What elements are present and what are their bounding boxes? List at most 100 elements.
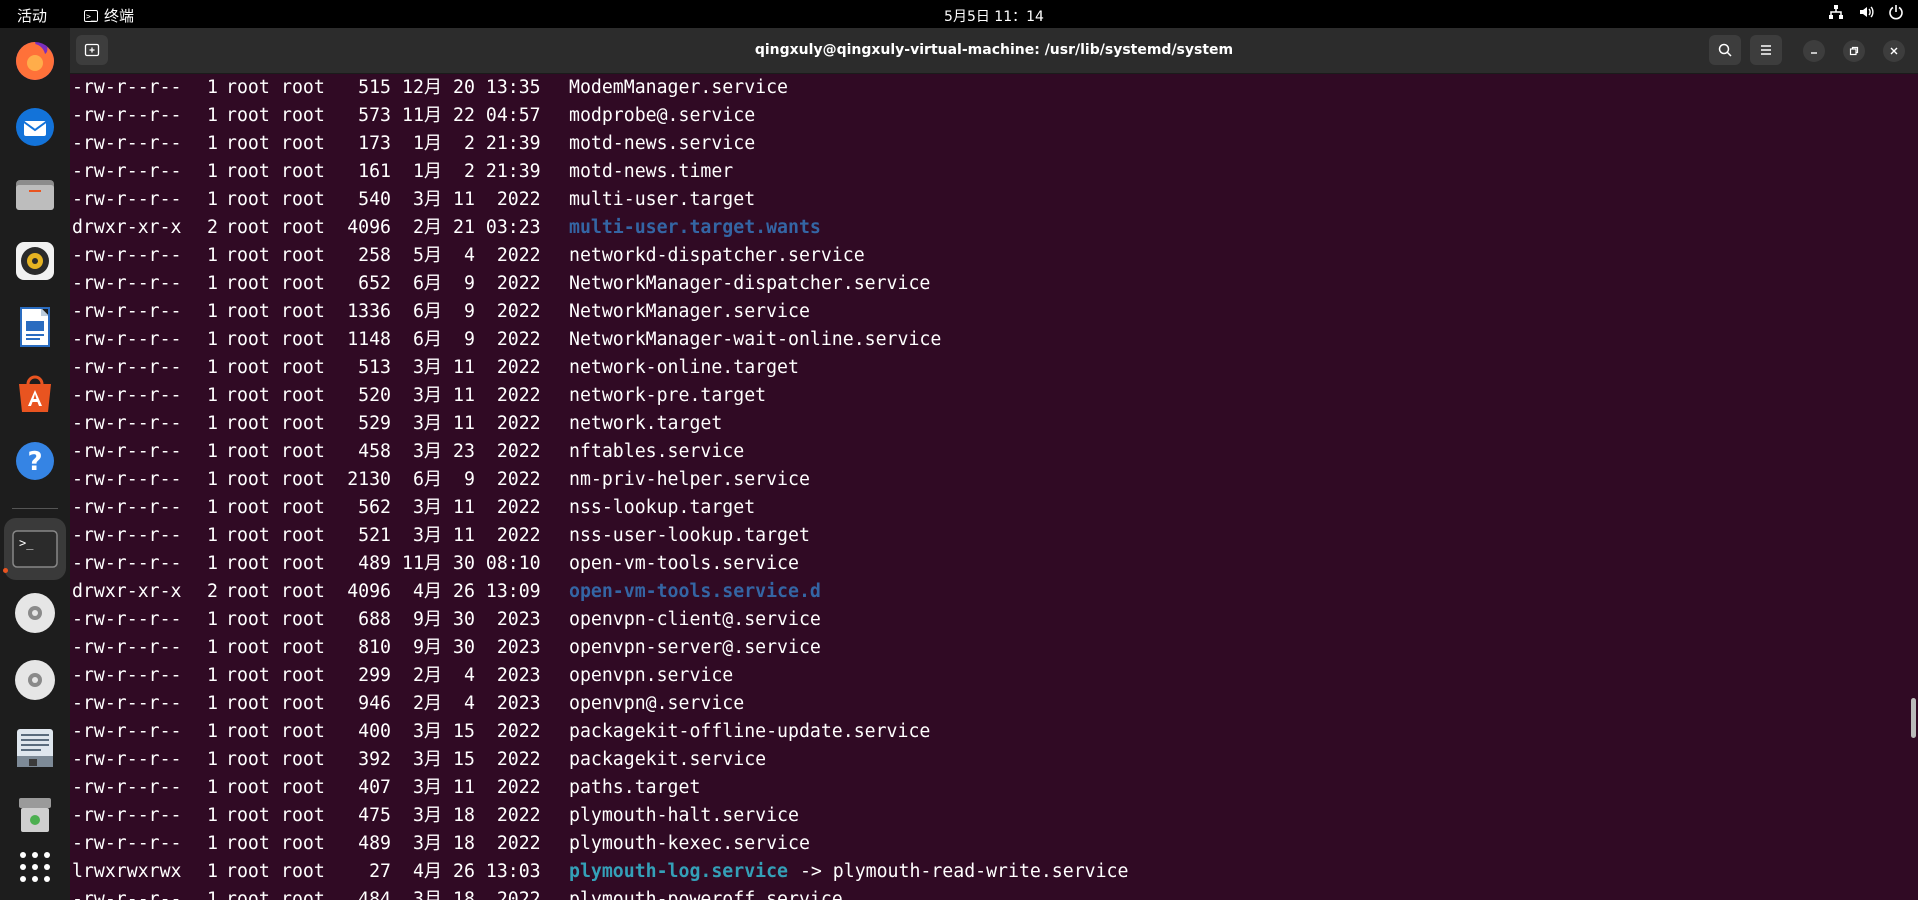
line-group: root bbox=[281, 553, 325, 574]
firefox-icon bbox=[16, 42, 54, 80]
line-owner: root bbox=[226, 413, 270, 434]
line-date: 3月 11 2022 bbox=[402, 413, 541, 434]
line-size: 652 bbox=[358, 273, 391, 294]
line-name: network.target bbox=[569, 413, 723, 434]
line-links: 1 bbox=[207, 441, 218, 462]
line-date: 4月 26 13:09 bbox=[402, 581, 541, 602]
line-perm: -rw-r--r-- bbox=[72, 749, 182, 770]
minimize-icon bbox=[1811, 52, 1817, 54]
dock-firefox[interactable] bbox=[11, 37, 59, 85]
maximize-button[interactable] bbox=[1843, 40, 1865, 62]
line-perm: -rw-r--r-- bbox=[72, 441, 182, 462]
line-owner: root bbox=[226, 161, 270, 182]
line-perm: -rw-r--r-- bbox=[72, 357, 182, 378]
line-perm: -rw-r--r-- bbox=[72, 665, 182, 686]
line-name: plymouth-poweroff.service bbox=[569, 889, 843, 900]
menu-button[interactable] bbox=[1750, 35, 1782, 65]
line-size: 540 bbox=[358, 189, 391, 210]
dock-software[interactable] bbox=[11, 370, 59, 418]
scrollbar[interactable] bbox=[1910, 74, 1918, 900]
dock-disc-2[interactable] bbox=[11, 656, 59, 704]
line-group: root bbox=[281, 105, 325, 126]
dock-terminal[interactable]: >_ bbox=[4, 518, 66, 580]
line-group: root bbox=[281, 245, 325, 266]
line-size: 562 bbox=[358, 497, 391, 518]
scrollbar-thumb[interactable] bbox=[1911, 698, 1916, 738]
dock-writer[interactable] bbox=[11, 303, 59, 351]
dock-show-apps[interactable] bbox=[11, 843, 59, 891]
line-size: 4096 bbox=[347, 217, 391, 238]
line-group: root bbox=[281, 777, 325, 798]
line-size: 515 bbox=[358, 77, 391, 98]
terminal-icon: >_ bbox=[12, 530, 58, 568]
line-links: 1 bbox=[207, 777, 218, 798]
line-perm: -rw-r--r-- bbox=[72, 469, 182, 490]
minimize-button[interactable] bbox=[1803, 40, 1825, 62]
line-size: 688 bbox=[358, 609, 391, 630]
line-size: 2130 bbox=[347, 469, 391, 490]
optical-disc-icon bbox=[15, 593, 55, 633]
line-name: motd-news.timer bbox=[569, 161, 734, 182]
system-tray[interactable] bbox=[1828, 4, 1904, 20]
dock-trash[interactable] bbox=[11, 790, 59, 838]
dock-text-editor[interactable] bbox=[11, 724, 59, 772]
close-button[interactable] bbox=[1883, 40, 1905, 62]
line-links: 1 bbox=[207, 133, 218, 154]
line-date: 6月 9 2022 bbox=[402, 329, 541, 350]
line-date: 4月 26 13:03 bbox=[402, 861, 541, 882]
line-links: 1 bbox=[207, 385, 218, 406]
line-perm: lrwxrwxrwx bbox=[72, 861, 182, 882]
search-button[interactable] bbox=[1709, 35, 1741, 65]
line-group: root bbox=[281, 189, 325, 210]
dock-rhythmbox[interactable] bbox=[11, 237, 59, 285]
line-date: 11月 30 08:10 bbox=[402, 553, 541, 574]
line-links: 2 bbox=[207, 581, 218, 602]
line-size: 489 bbox=[358, 553, 391, 574]
line-size: 946 bbox=[358, 693, 391, 714]
line-date: 3月 11 2022 bbox=[402, 497, 541, 518]
line-perm: -rw-r--r-- bbox=[72, 497, 182, 518]
dock-help[interactable]: ? bbox=[11, 437, 59, 485]
line-name: paths.target bbox=[569, 777, 701, 798]
line-links: 1 bbox=[207, 721, 218, 742]
line-links: 1 bbox=[207, 637, 218, 658]
line-group: root bbox=[281, 525, 325, 546]
line-owner: root bbox=[226, 721, 270, 742]
line-perm: -rw-r--r-- bbox=[72, 329, 182, 350]
header-bar: qingxuly@qingxuly-virtual-machine: /usr/… bbox=[70, 28, 1918, 74]
line-links: 1 bbox=[207, 889, 218, 900]
line-perm: drwxr-xr-x bbox=[72, 217, 182, 238]
line-date: 2月 4 2023 bbox=[402, 665, 541, 686]
line-group: root bbox=[281, 497, 325, 518]
thunderbird-icon bbox=[16, 108, 54, 146]
line-size: 810 bbox=[358, 637, 391, 658]
line-size: 520 bbox=[358, 385, 391, 406]
dock-files[interactable] bbox=[11, 170, 59, 218]
line-name: packagekit-offline-update.service bbox=[569, 721, 931, 742]
line-date: 3月 15 2022 bbox=[402, 721, 541, 742]
line-size: 407 bbox=[358, 777, 391, 798]
line-group: root bbox=[281, 357, 325, 378]
line-links: 1 bbox=[207, 749, 218, 770]
line-group: root bbox=[281, 413, 325, 434]
line-links: 1 bbox=[207, 161, 218, 182]
line-date: 3月 18 2022 bbox=[402, 889, 541, 900]
line-owner: root bbox=[226, 357, 270, 378]
line-links: 1 bbox=[207, 413, 218, 434]
line-links: 1 bbox=[207, 805, 218, 826]
hamburger-menu-icon bbox=[1761, 45, 1771, 55]
dock-thunderbird[interactable] bbox=[11, 103, 59, 151]
line-name: NetworkManager-dispatcher.service bbox=[569, 273, 931, 294]
line-name: modprobe@.service bbox=[569, 105, 756, 126]
app-grid-icon bbox=[20, 852, 50, 882]
dock-disc-1[interactable] bbox=[11, 589, 59, 637]
clock[interactable]: 5月5日 11：14 bbox=[0, 6, 1918, 26]
line-group: root bbox=[281, 889, 325, 900]
line-size: 573 bbox=[358, 105, 391, 126]
line-name: openvpn@.service bbox=[569, 693, 745, 714]
line-group: root bbox=[281, 581, 325, 602]
line-size: 529 bbox=[358, 413, 391, 434]
terminal-output[interactable]: -rw-r--r-- 1 root root 515 12月 20 13:35 ModemM… bbox=[70, 74, 1910, 900]
line-owner: root bbox=[226, 77, 270, 98]
line-date: 3月 11 2022 bbox=[402, 189, 541, 210]
